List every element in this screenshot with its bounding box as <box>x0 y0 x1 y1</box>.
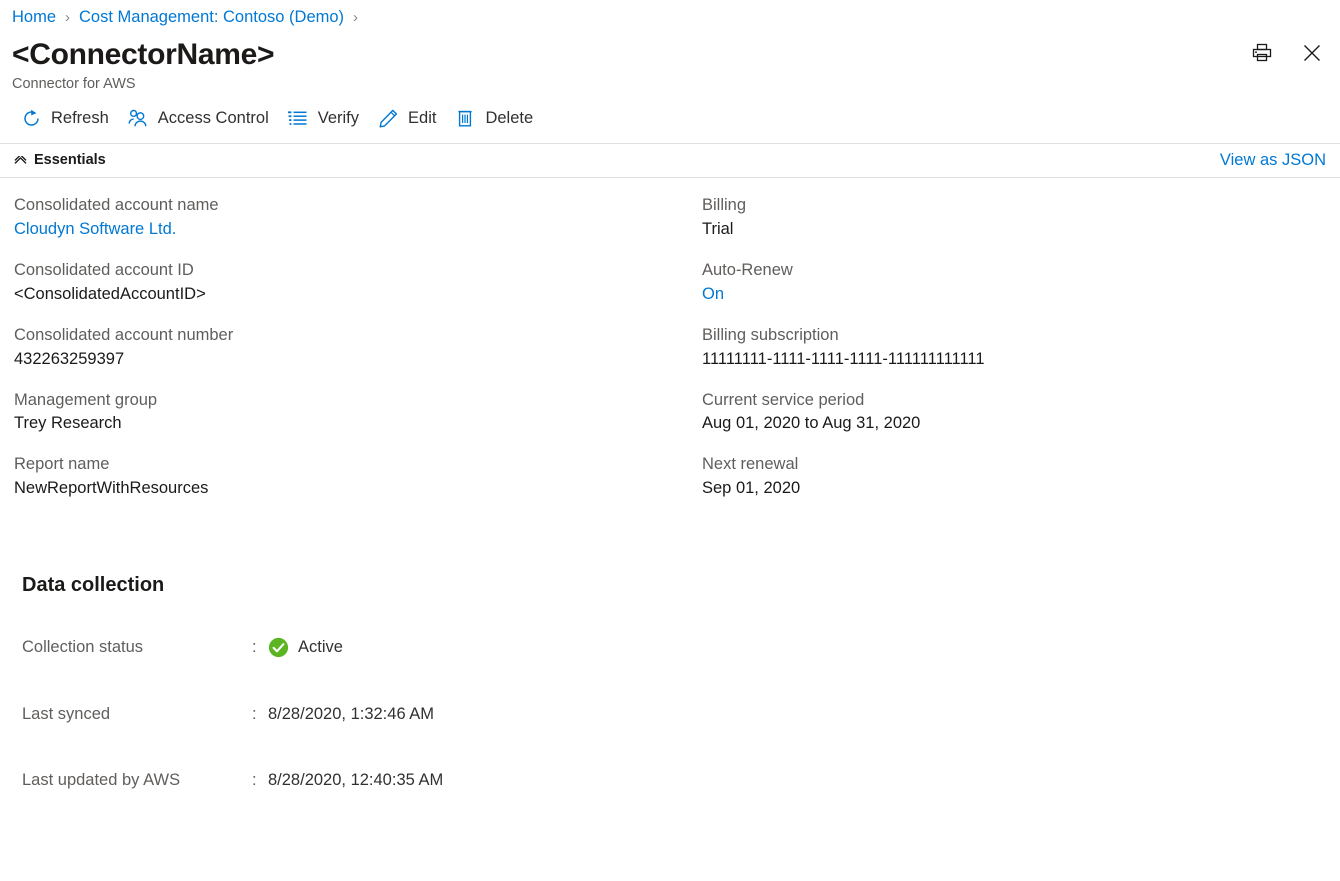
command-bar: Refresh Access Control Verify Edit Delet… <box>0 93 1340 143</box>
refresh-label: Refresh <box>51 109 109 128</box>
access-control-icon <box>127 108 149 130</box>
row-value: 8/28/2020, 12:40:35 AM <box>268 771 444 790</box>
print-icon <box>1251 42 1273 67</box>
row-value: 8/28/2020, 1:32:46 AM <box>268 704 435 723</box>
field-label: Auto-Renew <box>702 260 793 279</box>
verify-button[interactable]: Verify <box>281 105 371 133</box>
success-check-icon <box>268 637 289 658</box>
row-label: Last updated by AWS <box>22 771 181 790</box>
trash-icon <box>454 108 476 130</box>
essentials-field-management-group: Management group Trey Research <box>14 389 702 437</box>
field-label: Consolidated account name <box>14 195 219 214</box>
page-header: <ConnectorName> Connector for AWS <box>0 30 1340 93</box>
pencil-icon <box>377 108 399 130</box>
essentials-field-current-service-period: Current service period Aug 01, 2020 to A… <box>702 389 1302 437</box>
essentials-right-column: Billing Trial Auto-Renew On Billing subs… <box>702 194 1302 518</box>
field-label: Consolidated account number <box>14 325 234 344</box>
row-colon: : <box>252 704 257 723</box>
essentials-field-next-renewal: Next renewal Sep 01, 2020 <box>702 453 1302 501</box>
field-value: Trey Research <box>14 414 122 433</box>
essentials-collapse-toggle[interactable]: Essentials <box>14 152 106 168</box>
field-value[interactable]: On <box>702 283 1302 307</box>
access-control-button[interactable]: Access Control <box>121 105 281 133</box>
row-colon: : <box>252 771 257 790</box>
field-value: NewReportWithResources <box>14 479 209 498</box>
chevron-up-icon <box>14 153 27 167</box>
breadcrumb-separator-icon-2: › <box>353 9 359 26</box>
header-actions <box>1248 40 1326 68</box>
essentials-left-column: Consolidated account name Cloudyn Softwa… <box>14 194 702 518</box>
field-label: Report name <box>14 455 110 474</box>
data-collection-title: Data collection <box>22 574 165 597</box>
breadcrumb-item-home[interactable]: Home <box>12 8 56 27</box>
essentials-field-consolidated-account-id: Consolidated account ID <ConsolidatedAcc… <box>14 259 702 307</box>
essentials-field-report-name: Report name NewReportWithResources <box>14 453 702 501</box>
page-title: <ConnectorName> <box>12 38 275 71</box>
data-collection-row-last-synced: Last synced : 8/28/2020, 1:32:46 AM <box>22 704 1326 725</box>
field-label: Billing <box>702 195 747 214</box>
essentials-field-billing: Billing Trial <box>702 194 1302 242</box>
field-value: Trial <box>702 219 734 238</box>
edit-label: Edit <box>408 109 437 128</box>
field-value: <ConsolidatedAccountID> <box>14 284 206 303</box>
field-value: Aug 01, 2020 to Aug 31, 2020 <box>702 414 921 433</box>
row-colon: : <box>252 638 257 657</box>
field-value: 11111111-1111-1111-1111-111111111111 <box>702 349 985 368</box>
field-value: Sep 01, 2020 <box>702 479 801 498</box>
row-value-wrapper: Active <box>268 637 343 658</box>
row-label: Last synced <box>22 704 111 723</box>
refresh-icon <box>20 108 42 130</box>
field-label: Consolidated account ID <box>14 260 194 279</box>
print-button[interactable] <box>1248 40 1276 68</box>
breadcrumb-separator-icon: › <box>65 9 71 26</box>
close-button[interactable] <box>1298 40 1326 68</box>
verify-list-icon <box>287 108 309 130</box>
field-value[interactable]: Cloudyn Software Ltd. <box>14 218 702 242</box>
breadcrumb-item-cost-management[interactable]: Cost Management: Contoso (Demo) <box>79 8 344 27</box>
breadcrumb: Home › Cost Management: Contoso (Demo) › <box>0 0 1340 30</box>
field-value: 432263259397 <box>14 349 125 368</box>
essentials-header: Essentials View as JSON <box>0 144 1340 177</box>
edit-button[interactable]: Edit <box>371 105 448 133</box>
delete-label: Delete <box>485 109 534 128</box>
verify-label: Verify <box>317 109 360 128</box>
essentials-field-consolidated-account-number: Consolidated account number 432263259397 <box>14 324 702 372</box>
access-control-label: Access Control <box>157 109 269 128</box>
close-icon <box>1301 42 1323 67</box>
status-badge: Active <box>298 638 343 657</box>
essentials-field-consolidated-account-name: Consolidated account name Cloudyn Softwa… <box>14 194 702 242</box>
data-collection-section: Data collection Collection status : Acti… <box>0 518 1340 791</box>
view-as-json-link[interactable]: View as JSON <box>1220 151 1326 170</box>
field-label: Billing subscription <box>702 325 839 344</box>
data-collection-row-collection-status: Collection status : Active <box>22 637 1326 658</box>
field-label: Management group <box>14 390 158 409</box>
row-label: Collection status <box>22 638 144 657</box>
field-label: Next renewal <box>702 455 799 474</box>
essentials-content: Consolidated account name Cloudyn Softwa… <box>0 178 1340 518</box>
delete-button[interactable]: Delete <box>448 105 545 133</box>
essentials-field-auto-renew: Auto-Renew On <box>702 259 1302 307</box>
field-label: Current service period <box>702 390 865 409</box>
refresh-button[interactable]: Refresh <box>14 105 121 133</box>
essentials-field-billing-subscription: Billing subscription 11111111-1111-1111-… <box>702 324 1302 372</box>
data-collection-row-last-updated-by-aws: Last updated by AWS : 8/28/2020, 12:40:3… <box>22 770 1326 791</box>
essentials-label: Essentials <box>34 152 106 169</box>
page-subtitle: Connector for AWS <box>12 75 136 92</box>
